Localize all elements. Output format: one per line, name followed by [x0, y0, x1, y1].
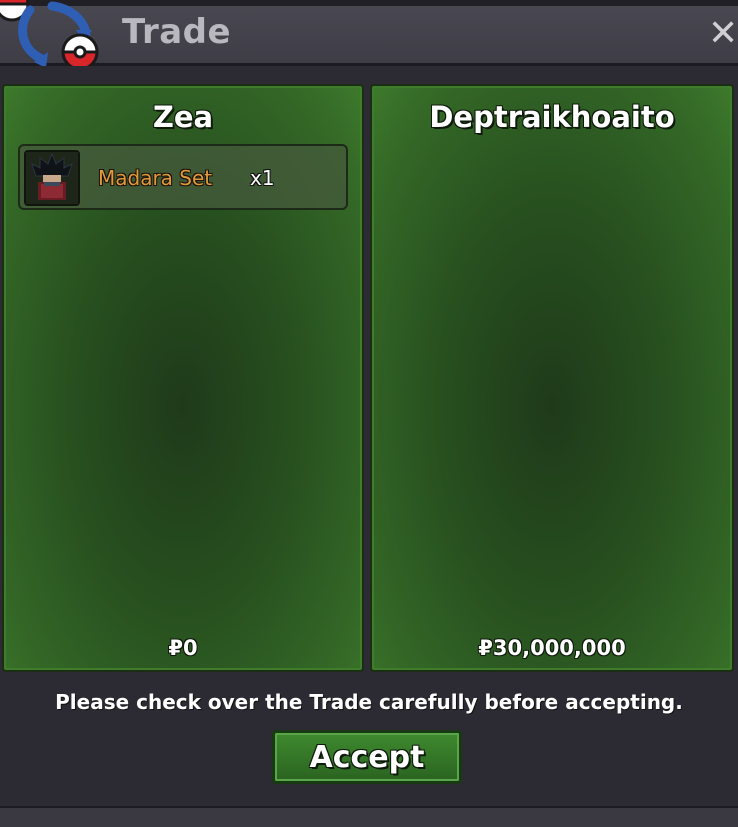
title-bar-edge [0, 0, 738, 6]
offered-money: ₽30,000,000 [478, 636, 626, 660]
character-sprite-icon [26, 152, 78, 204]
madara-character-icon [24, 150, 80, 206]
title-bar[interactable]: Trade ✕ [0, 0, 738, 66]
window-title: Trade [122, 12, 232, 52]
offered-money: ₽0 [168, 636, 198, 660]
trade-window: Trade ✕ Zea Madara Set x1 ₽0 Deptraikhoa… [0, 0, 738, 827]
trade-panel-self: Zea Madara Set x1 ₽0 [2, 84, 364, 672]
accept-button-label: Accept [309, 740, 425, 775]
trade-notice: Please check over the Trade carefully be… [55, 690, 683, 714]
close-icon[interactable]: ✕ [708, 16, 738, 52]
accept-button[interactable]: Accept [272, 730, 462, 784]
trade-panel-partner: Deptraikhoaito ₽30,000,000 [370, 84, 734, 672]
title-divider [0, 66, 738, 82]
trader-name: Deptraikhoaito [429, 100, 675, 134]
item-quantity: x1 [250, 166, 275, 190]
trade-item-row[interactable]: Madara Set x1 [18, 144, 348, 210]
window-bottom-edge [0, 806, 738, 827]
item-name: Madara Set [98, 166, 213, 190]
trader-name: Zea [152, 100, 214, 134]
